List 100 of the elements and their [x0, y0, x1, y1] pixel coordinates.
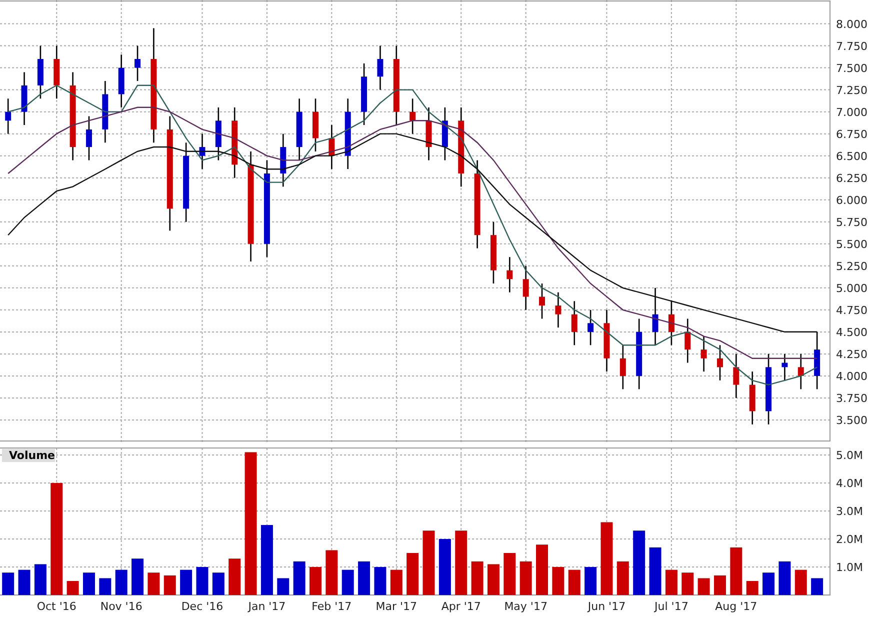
volume-bar — [762, 572, 775, 595]
price-axis-label: 4.000 — [836, 370, 868, 383]
price-axis-label: 7.500 — [836, 62, 868, 75]
candlestick — [134, 46, 141, 81]
candlestick — [296, 98, 302, 160]
price-axis-label: 6.500 — [836, 150, 868, 163]
candlestick — [522, 266, 529, 310]
month-axis-label: Feb '17 — [312, 600, 352, 613]
volume-label: Volume — [2, 449, 55, 462]
candlestick — [21, 72, 28, 126]
month-axis-label: Jun '17 — [588, 600, 626, 613]
candlestick — [652, 288, 658, 346]
volume-bar — [649, 547, 662, 595]
price-axis-label: 7.750 — [836, 40, 868, 53]
candlestick — [555, 292, 562, 328]
month-axis-label: Aug '17 — [715, 600, 758, 613]
price-axis-label: 3.500 — [836, 414, 868, 427]
price-axis-label: 5.250 — [836, 260, 868, 273]
candlestick — [102, 81, 108, 143]
candlestick — [668, 301, 674, 346]
candlestick — [588, 310, 594, 346]
candlestick — [782, 354, 788, 380]
candlestick — [766, 354, 772, 424]
candlestick — [86, 116, 92, 160]
volume-bar — [504, 553, 516, 595]
volume-bar — [82, 572, 95, 595]
volume-bar — [164, 575, 176, 595]
volume-bar — [260, 525, 273, 595]
volume-bar — [180, 570, 192, 595]
volume-bar — [778, 561, 791, 595]
candlestick — [361, 63, 368, 126]
candlestick — [814, 332, 820, 390]
volume-bar — [438, 539, 451, 595]
price-axis-label: 8.000 — [836, 18, 868, 31]
volume-bar — [34, 564, 46, 595]
candlestick — [716, 345, 723, 380]
candlestick — [54, 46, 60, 99]
volume-bar — [616, 561, 629, 595]
price-axis-label: 6.750 — [836, 128, 868, 141]
volume-bar — [698, 578, 710, 595]
candlestick — [280, 134, 286, 187]
candlestick — [636, 318, 642, 390]
volume-bar — [374, 567, 386, 595]
volume-bar — [277, 578, 290, 595]
month-axis-label: Jan '17 — [248, 600, 286, 613]
price-axis-label: 4.500 — [836, 326, 868, 339]
month-axis-label: Dec '16 — [181, 600, 224, 613]
volume-bar — [326, 550, 338, 595]
candlestick — [604, 310, 610, 372]
candlestick — [118, 54, 124, 108]
candlestick — [37, 46, 44, 99]
candlestick — [328, 125, 335, 170]
candlestick — [620, 345, 626, 390]
volume-axis-label: 3.0M — [836, 505, 863, 518]
volume-bar — [746, 581, 758, 595]
candlestick — [410, 98, 416, 134]
volume-bar — [196, 567, 208, 595]
volume-bar — [99, 578, 112, 595]
volume-bar — [714, 575, 726, 595]
volume-bar — [115, 570, 128, 595]
volume-bar — [794, 570, 807, 595]
volume-bar — [310, 567, 322, 595]
volume-bar — [536, 544, 548, 595]
price-axis-label: 6.000 — [836, 194, 868, 207]
volume-bar — [406, 553, 419, 595]
candlestick — [344, 98, 351, 170]
price-axis-label: 7.250 — [836, 84, 868, 97]
candlestick — [199, 134, 206, 170]
month-axis-label: Nov '16 — [100, 600, 142, 613]
price-axis-label: 5.500 — [836, 238, 868, 251]
volume-bar — [228, 558, 241, 595]
volume-bar — [568, 570, 580, 595]
volume-bar — [455, 530, 468, 595]
candlestick — [426, 107, 432, 160]
volume-axis-label: 2.0M — [836, 533, 863, 546]
candlestick — [798, 354, 804, 390]
candlestick — [215, 107, 222, 160]
price-axis-label: 6.250 — [836, 172, 868, 185]
price-axis-label: 3.750 — [836, 392, 868, 405]
volume-bar — [665, 570, 678, 595]
volume-bar — [342, 570, 354, 595]
candlestick — [749, 372, 756, 424]
candlestick — [571, 301, 578, 346]
volume-bar — [584, 567, 597, 595]
month-axis-label: Mar '17 — [376, 600, 418, 613]
candlestick — [506, 257, 513, 292]
volume-bar — [212, 572, 224, 595]
volume-axis-label: 1.0M — [836, 561, 863, 574]
volume-bar — [148, 572, 160, 595]
volume-bar — [552, 567, 564, 595]
price-axis-label: 7.000 — [836, 106, 868, 119]
candlestick — [232, 107, 238, 178]
volume-bar — [293, 561, 306, 595]
price-axis-label: 5.000 — [836, 282, 868, 295]
volume-bar — [132, 558, 144, 595]
month-axis-label: Oct '16 — [36, 600, 76, 613]
volume-bar — [682, 572, 694, 595]
volume-bar — [390, 570, 402, 595]
candlestick — [490, 222, 496, 284]
volume-bar — [471, 561, 484, 595]
